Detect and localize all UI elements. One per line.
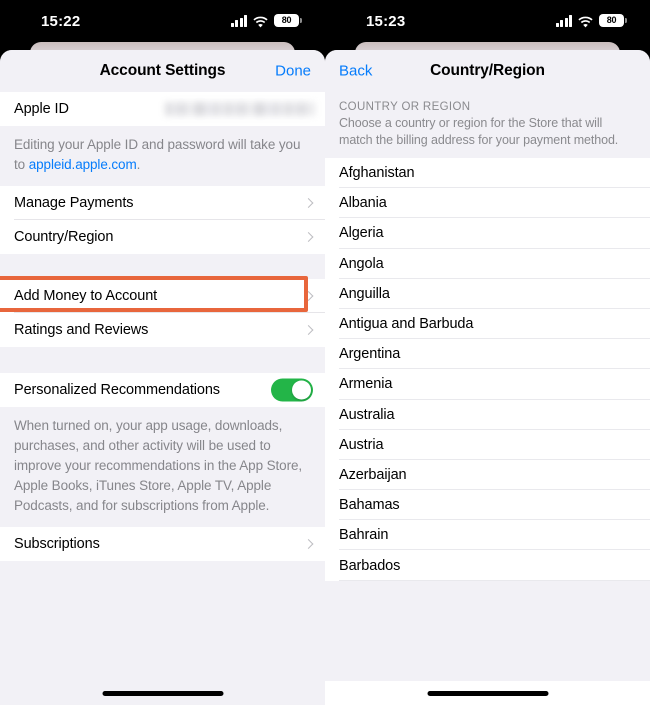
list-item[interactable]: Barbados — [325, 550, 650, 581]
country-name: Barbados — [339, 557, 401, 574]
home-indicator[interactable] — [427, 691, 548, 696]
wifi-icon — [578, 15, 593, 27]
row-personalized-recommendations[interactable]: Personalized Recommendations — [0, 373, 325, 407]
cellular-bars-icon — [230, 15, 247, 27]
wifi-icon — [253, 15, 268, 27]
country-name: Bahrain — [339, 527, 389, 544]
country-name: Azerbaijan — [339, 466, 407, 483]
settings-group-1: Manage Payments Country/Region — [0, 186, 325, 254]
country-name: Armenia — [339, 376, 393, 393]
section-header-label: COUNTRY OR REGION — [339, 101, 471, 113]
section-gap — [0, 347, 325, 373]
row-label: Manage Payments — [14, 195, 134, 211]
country-region-panel: 15:23 80 Back Country/Region COUNTRY OR … — [325, 0, 650, 705]
list-item[interactable]: Argentina — [325, 339, 650, 370]
status-bar-indicators: 80 — [230, 14, 302, 27]
list-item[interactable]: Armenia — [325, 369, 650, 400]
country-name: Anguilla — [339, 285, 390, 302]
list-item[interactable]: Azerbaijan — [325, 459, 650, 491]
country-region-sheet: Back Country/Region COUNTRY OR REGION Ch… — [325, 50, 650, 705]
row-label: Apple ID — [14, 101, 69, 117]
list-item[interactable]: Australia — [325, 399, 650, 430]
list-item[interactable]: Anguilla — [325, 278, 650, 309]
list-item[interactable]: Albania — [325, 188, 650, 219]
cellular-bars-icon — [555, 15, 572, 27]
settings-group-2: Add Money to Account Ratings and Reviews — [0, 279, 325, 347]
chevron-right-icon — [303, 325, 314, 335]
chevron-right-icon — [303, 291, 314, 301]
list-item[interactable]: Angola — [325, 248, 650, 279]
done-button[interactable]: Done — [275, 63, 311, 80]
nav-bar-left: Account Settings Done — [0, 50, 325, 92]
country-name: Austria — [339, 436, 384, 453]
home-indicator[interactable] — [102, 691, 223, 696]
page-title: Account Settings — [99, 62, 226, 79]
country-name: Australia — [339, 406, 395, 423]
row-add-money[interactable]: Add Money to Account — [0, 279, 325, 313]
personalized-recommendations-note: When turned on, your app usage, download… — [0, 407, 325, 527]
screenshot-stage: 15:22 80 Account Settings Done Apple ID … — [0, 0, 650, 705]
back-button[interactable]: Back — [339, 63, 372, 80]
country-name: Antigua and Barbuda — [339, 316, 474, 333]
apple-id-value-redacted — [165, 102, 315, 116]
settings-group-3: Personalized Recommendations — [0, 373, 325, 407]
account-settings-sheet: Account Settings Done Apple ID Editing y… — [0, 50, 325, 705]
battery-level: 80 — [281, 15, 292, 25]
row-label: Ratings and Reviews — [14, 322, 149, 338]
row-label: Country/Region — [14, 229, 114, 245]
chevron-right-icon — [303, 232, 314, 242]
list-item[interactable]: Bahrain — [325, 520, 650, 551]
row-divider — [339, 579, 650, 581]
country-name: Bahamas — [339, 497, 400, 514]
page-title: Country/Region — [430, 62, 545, 79]
country-list: Afghanistan Albania Algeria Angola Angui… — [325, 158, 650, 581]
country-name: Angola — [339, 255, 384, 272]
row-label: Add Money to Account — [14, 288, 158, 304]
list-item[interactable]: Bahamas — [325, 490, 650, 521]
nav-bar-right: Back Country/Region — [325, 50, 650, 92]
chevron-right-icon — [303, 198, 314, 208]
status-bar-right: 15:23 80 — [325, 0, 650, 44]
appleid-link[interactable]: appleid.apple.com — [29, 157, 137, 172]
settings-group-4: Subscriptions — [0, 527, 325, 561]
personalized-recommendations-toggle[interactable] — [271, 378, 313, 402]
account-settings-panel: 15:22 80 Account Settings Done Apple ID … — [0, 0, 325, 705]
row-ratings-reviews[interactable]: Ratings and Reviews — [0, 313, 325, 347]
row-label: Subscriptions — [14, 536, 100, 552]
status-bar-left: 15:22 80 — [0, 0, 325, 44]
status-bar-time: 15:22 — [41, 13, 81, 30]
row-manage-payments[interactable]: Manage Payments — [0, 186, 325, 220]
section-header-description: Choose a country or region for the Store… — [339, 116, 619, 147]
list-item[interactable]: Austria — [325, 429, 650, 460]
status-bar-indicators: 80 — [555, 14, 627, 27]
apple-id-note-period: . — [136, 157, 141, 172]
chevron-right-icon — [303, 539, 314, 549]
status-bar-time: 15:23 — [366, 13, 406, 30]
battery-icon: 80 — [274, 14, 302, 27]
row-country-region[interactable]: Country/Region — [0, 220, 325, 254]
battery-level: 80 — [606, 15, 617, 25]
country-name: Albania — [339, 195, 387, 212]
row-apple-id[interactable]: Apple ID — [0, 92, 325, 126]
apple-id-note: Editing your Apple ID and password will … — [0, 126, 325, 186]
section-header: COUNTRY OR REGION Choose a country or re… — [325, 92, 650, 158]
row-label: Personalized Recommendations — [14, 382, 220, 398]
country-name: Argentina — [339, 346, 401, 363]
list-item[interactable]: Afghanistan — [325, 158, 650, 189]
list-item[interactable]: Algeria — [325, 218, 650, 249]
list-item[interactable]: Antigua and Barbuda — [325, 308, 650, 340]
country-name: Algeria — [339, 225, 384, 242]
row-subscriptions[interactable]: Subscriptions — [0, 527, 325, 561]
country-name: Afghanistan — [339, 165, 415, 182]
battery-icon: 80 — [599, 14, 627, 27]
section-gap — [0, 254, 325, 279]
apple-id-group: Apple ID — [0, 92, 325, 126]
